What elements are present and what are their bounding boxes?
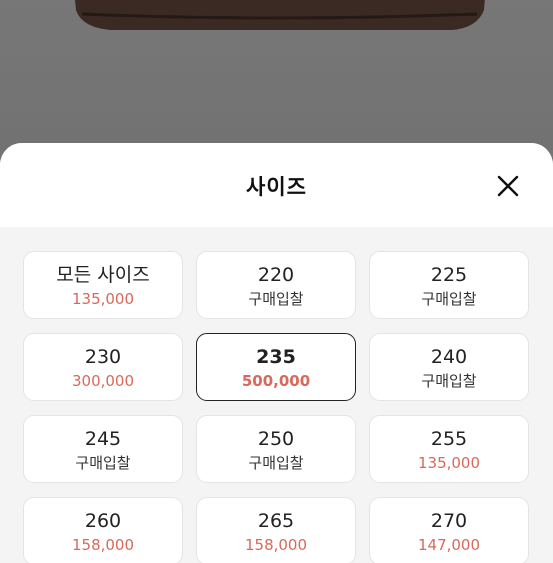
size-option-price: 500,000 — [241, 372, 311, 390]
size-option-price: 158,000 — [71, 536, 135, 554]
size-option-label: 230 — [84, 346, 122, 368]
size-option-label: 255 — [430, 428, 468, 450]
size-option-price: 135,000 — [417, 454, 481, 472]
sheet-title: 사이즈 — [246, 175, 307, 199]
size-option-price: 147,000 — [417, 536, 481, 554]
sheet-header: 사이즈 — [0, 143, 553, 227]
size-option[interactable]: 260 158,000 — [23, 497, 183, 563]
size-option-label: 270 — [430, 510, 468, 532]
product-image-area — [0, 0, 553, 150]
size-option-bid-label: 구매입찰 — [75, 454, 131, 472]
size-option-label: 235 — [256, 346, 296, 368]
size-option-price: 300,000 — [71, 372, 135, 390]
size-option-label: 265 — [257, 510, 295, 532]
size-option-label: 220 — [257, 264, 295, 286]
close-icon — [497, 175, 519, 197]
size-option-price: 135,000 — [71, 290, 135, 308]
size-option[interactable]: 250 구매입찰 — [196, 415, 356, 483]
size-option[interactable]: 220 구매입찰 — [196, 251, 356, 319]
size-option[interactable]: 245 구매입찰 — [23, 415, 183, 483]
size-option[interactable]: 230 300,000 — [23, 333, 183, 401]
size-option-label: 260 — [84, 510, 122, 532]
sneaker-image — [75, 0, 485, 30]
size-option[interactable]: 255 135,000 — [369, 415, 529, 483]
size-option-bid-label: 구매입찰 — [248, 290, 304, 308]
size-option[interactable]: 270 147,000 — [369, 497, 529, 563]
size-option-price: 158,000 — [244, 536, 308, 554]
size-option[interactable]: 225 구매입찰 — [369, 251, 529, 319]
size-option-label: 245 — [84, 428, 122, 450]
size-option[interactable]: 235 500,000 — [196, 333, 356, 401]
size-option-bid-label: 구매입찰 — [248, 454, 304, 472]
close-button[interactable] — [490, 170, 526, 202]
size-option-bid-label: 구매입찰 — [421, 290, 477, 308]
size-option-label: 240 — [430, 346, 468, 368]
size-option[interactable]: 265 158,000 — [196, 497, 356, 563]
size-option-bid-label: 구매입찰 — [421, 372, 477, 390]
size-grid: 모든 사이즈 135,000 220 구매입찰 225 구매입찰 230 300,000 235… — [23, 251, 531, 563]
size-option-label: 250 — [257, 428, 295, 450]
size-bottom-sheet: 사이즈 모든 사이즈 135,000 220 구매입찰 225 구매입찰 230 300,00… — [0, 143, 553, 563]
size-option-label: 225 — [430, 264, 468, 286]
size-option[interactable]: 240 구매입찰 — [369, 333, 529, 401]
size-option-label: 모든 사이즈 — [56, 264, 150, 286]
size-option[interactable]: 모든 사이즈 135,000 — [23, 251, 183, 319]
